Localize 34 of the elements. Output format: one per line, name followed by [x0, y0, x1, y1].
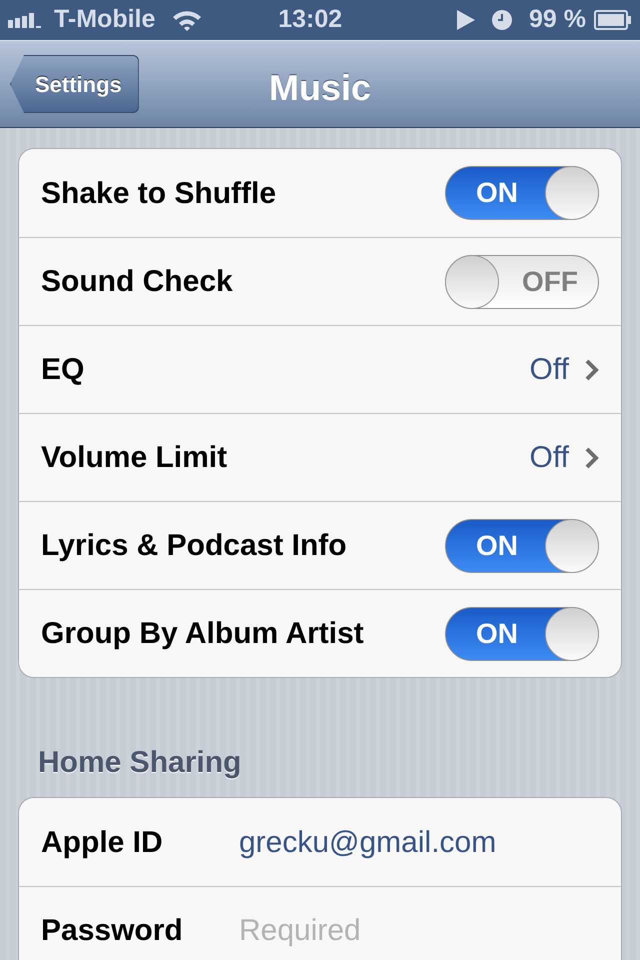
toggle-switch[interactable]: ON — [445, 166, 599, 220]
setting-label: Group By Album Artist — [41, 616, 364, 652]
wifi-icon — [171, 9, 204, 31]
toggle-switch[interactable]: ON — [445, 606, 599, 660]
setting-value: Off — [530, 440, 569, 476]
settings-row[interactable]: Volume Limit Off — [19, 413, 621, 501]
battery-icon — [594, 10, 632, 30]
carrier-name: T-Mobile — [54, 4, 156, 36]
toggle-switch[interactable]: ON — [445, 518, 599, 572]
setting-label: Sound Check — [41, 264, 233, 300]
page-title: Music — [268, 67, 372, 108]
setting-label: Lyrics & Podcast Info — [41, 528, 347, 564]
input-field[interactable]: grecku@gmail.com — [239, 820, 599, 864]
chevron-icon — [585, 358, 599, 380]
section-header: Home Sharing — [38, 746, 242, 779]
clock-time: 13:02 — [278, 4, 342, 36]
settings-row[interactable]: EQ Off — [19, 325, 621, 413]
setting-label: Volume Limit — [41, 440, 228, 476]
input-field[interactable]: Required — [239, 908, 599, 953]
setting-value: Off — [530, 352, 569, 388]
setting-label: Shake to Shuffle — [41, 176, 276, 212]
settings-row[interactable]: Shake to Shuffle ON — [19, 149, 621, 237]
chevron-icon — [585, 446, 599, 468]
clock-icon — [491, 9, 513, 31]
settings-row[interactable]: Sound Check OFF — [19, 237, 621, 325]
settings-row[interactable]: Group By Album Artist ON — [19, 589, 621, 677]
toggle-switch[interactable]: OFF — [445, 254, 599, 308]
setting-label: EQ — [41, 352, 84, 388]
field-label: Apple ID — [41, 824, 164, 860]
play-icon — [457, 10, 475, 30]
back-button[interactable]: Settings — [10, 55, 139, 113]
battery-percent: 99 % — [529, 4, 586, 36]
settings-row[interactable]: Lyrics & Podcast Info ON — [19, 501, 621, 589]
field-label: Password — [41, 913, 184, 949]
